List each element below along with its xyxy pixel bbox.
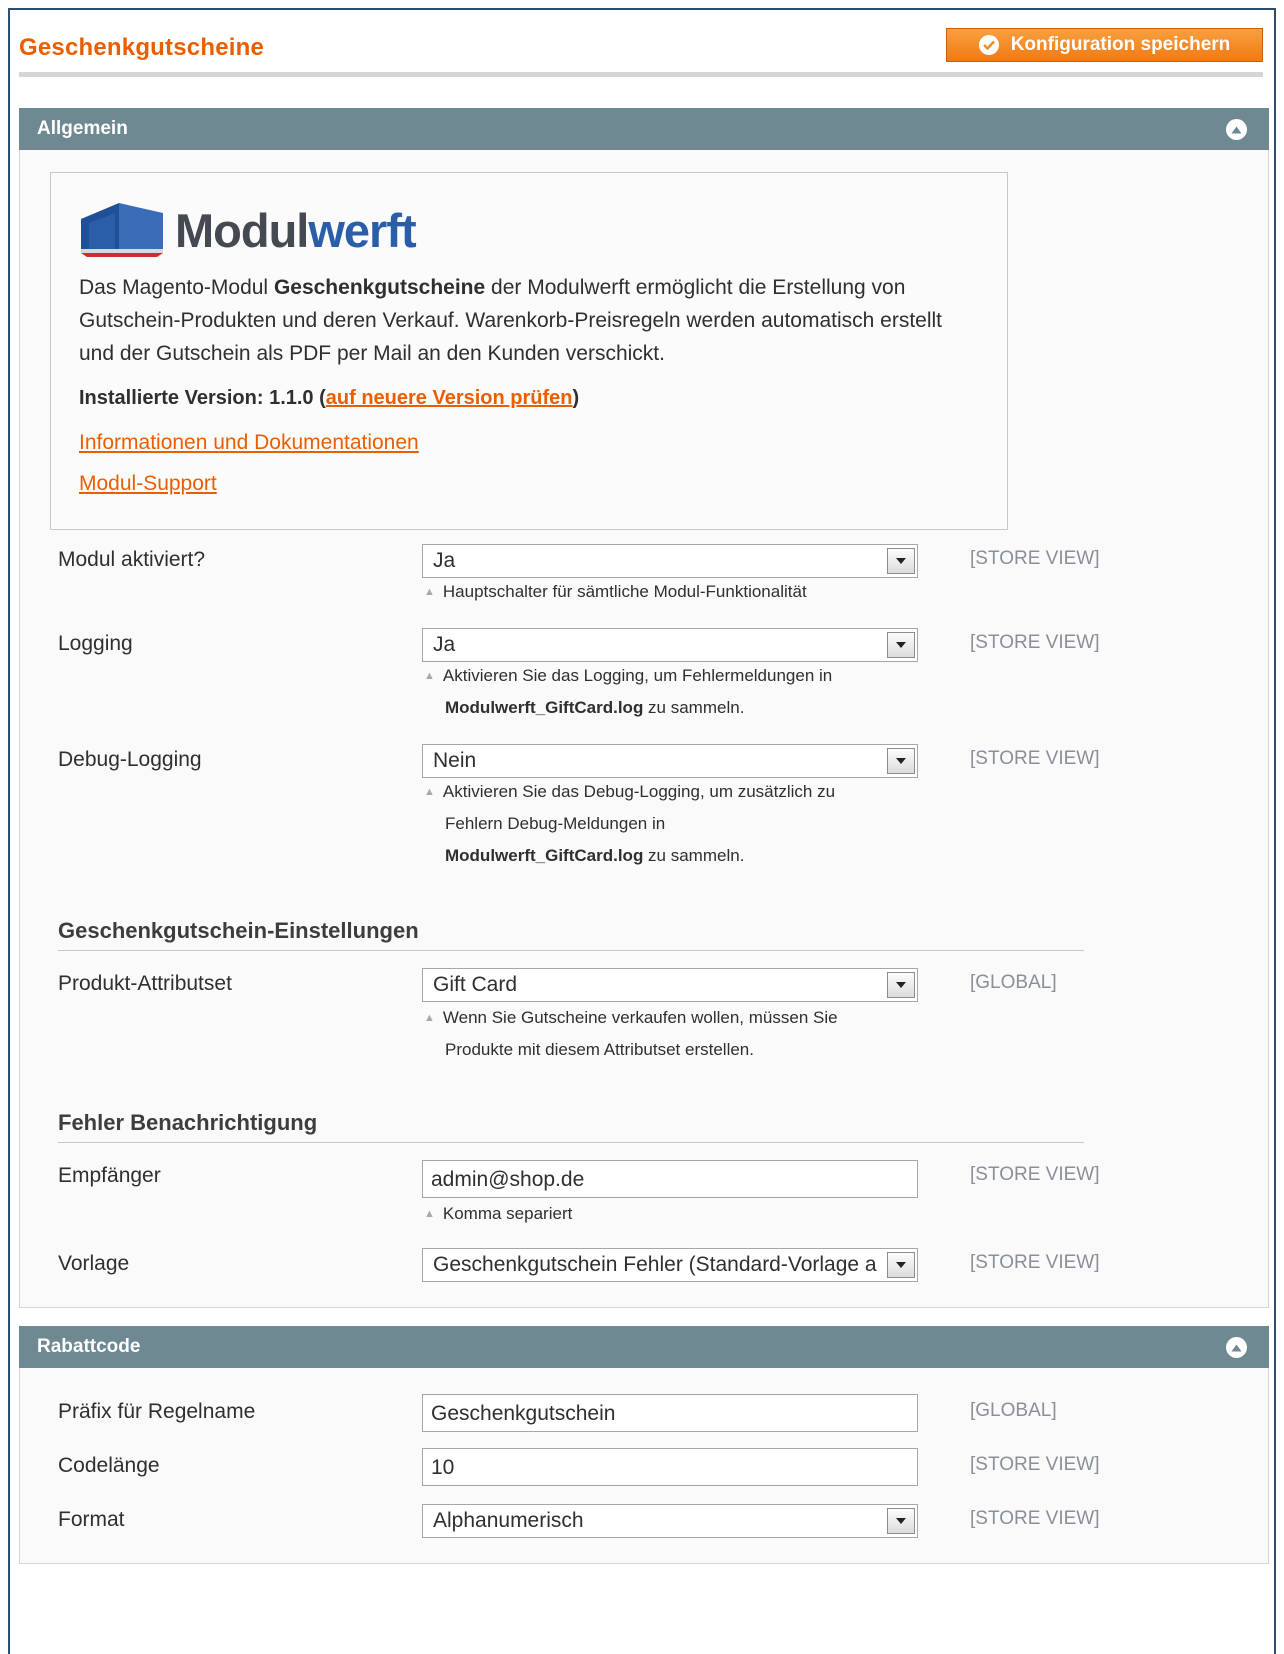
section-header-coupon[interactable]: Rabattcode (19, 1326, 1269, 1368)
chevron-down-icon[interactable] (887, 632, 915, 658)
code-length-input[interactable]: 10 (422, 1448, 918, 1486)
template-value: Geschenkgutschein Fehler (Standard-Vorla… (433, 1253, 877, 1276)
page-header: Geschenkgutscheine Konfiguration speiche… (19, 28, 1263, 84)
section-title-general: Allgemein (37, 118, 128, 139)
modulwerft-logo: Modulwerft (79, 199, 479, 259)
attribute-set-value: Gift Card (433, 973, 518, 996)
logging-note: ▲ Aktivieren Sie das Logging, um Fehlerme… (424, 666, 833, 717)
template-label: Vorlage (58, 1252, 130, 1275)
check-icon (978, 35, 999, 55)
format-value: Alphanumerisch (433, 1509, 584, 1532)
recipient-input[interactable]: admin@shop.de (422, 1160, 918, 1198)
chevron-down-icon[interactable] (887, 1252, 915, 1278)
debug-logging-note: ▲ Aktivieren Sie das Debug-Logging, um zu… (424, 782, 836, 865)
save-config-label: Konfiguration speichern (1010, 34, 1231, 55)
attribute-set-note: ▲ Wenn Sie Gutscheine verkaufen wollen, m… (424, 1008, 838, 1059)
debug-logging-select[interactable]: Nein (422, 744, 918, 778)
logo-wordmark: Modulwerft (175, 204, 417, 257)
save-config-button[interactable]: Konfiguration speichern (946, 28, 1263, 62)
hint-triangle-icon: ▲ (424, 786, 435, 798)
template-select[interactable]: Geschenkgutschein Fehler (Standard-Vorla… (422, 1248, 918, 1282)
scope-label: [STORE VIEW] (970, 1164, 1100, 1185)
page-title: Geschenkgutscheine (19, 34, 265, 61)
attribute-set-select[interactable]: Gift Card (422, 968, 918, 1002)
recipient-label: Empfänger (58, 1164, 161, 1187)
installed-version: Installierte Version: 1.1.0 (auf neuere … (79, 387, 580, 409)
module-info-box: Modulwerft Das Magento-Modul Geschenkgut… (50, 172, 1008, 530)
section-general: Modulwerft Das Magento-Modul Geschenkgut… (19, 150, 1269, 1308)
logging-value: Ja (433, 633, 456, 656)
section-coupon: Präfix für Regelname Geschenkgutschein [… (19, 1368, 1269, 1564)
header-divider (19, 72, 1263, 77)
scope-label: [STORE VIEW] (970, 548, 1100, 569)
giftcard-settings-heading: Geschenkgutschein-Einstellungen (58, 918, 1084, 951)
scope-label: [STORE VIEW] (970, 1508, 1100, 1529)
logging-select[interactable]: Ja (422, 628, 918, 662)
hint-triangle-icon: ▲ (424, 1012, 435, 1024)
section-header-general[interactable]: Allgemein (19, 108, 1269, 150)
scope-label: [STORE VIEW] (970, 632, 1100, 653)
error-notification-heading: Fehler Benachrichtigung (58, 1110, 1084, 1143)
scope-label: [STORE VIEW] (970, 1252, 1100, 1273)
module-description: Das Magento-Modul Geschenkgutscheine der… (79, 276, 942, 365)
check-version-link[interactable]: auf neuere Version prüfen (326, 387, 573, 409)
scope-label: [GLOBAL] (970, 1400, 1057, 1421)
scope-label: [GLOBAL] (970, 972, 1057, 993)
scope-label: [STORE VIEW] (970, 748, 1100, 769)
recipient-note: ▲ Komma separiert (424, 1204, 573, 1223)
debug-logging-label: Debug-Logging (58, 748, 202, 771)
module-active-value: Ja (433, 549, 456, 572)
attribute-set-label: Produkt-Attributset (58, 972, 232, 995)
module-active-select[interactable]: Ja (422, 544, 918, 578)
collapse-icon[interactable] (1226, 119, 1247, 140)
debug-logging-value: Nein (433, 749, 477, 772)
scope-label: [STORE VIEW] (970, 1454, 1100, 1475)
support-link[interactable]: Modul-Support (79, 472, 217, 496)
format-label: Format (58, 1508, 125, 1531)
chevron-down-icon[interactable] (887, 548, 915, 574)
hint-triangle-icon: ▲ (424, 1208, 435, 1220)
module-active-label: Modul aktiviert? (58, 548, 206, 571)
logging-label: Logging (58, 632, 133, 655)
chevron-down-icon[interactable] (887, 748, 915, 774)
hint-triangle-icon: ▲ (424, 670, 435, 682)
rule-prefix-input[interactable]: Geschenkgutschein (422, 1394, 918, 1432)
format-select[interactable]: Alphanumerisch (422, 1504, 918, 1538)
modulwerft-logo-icon (81, 203, 163, 257)
collapse-icon[interactable] (1226, 1337, 1247, 1358)
chevron-down-icon[interactable] (887, 972, 915, 998)
module-active-note: ▲ Hauptschalter für sämtliche Modul-Funkt… (424, 582, 807, 601)
docs-link[interactable]: Informationen und Dokumentationen (79, 431, 419, 455)
section-title-coupon: Rabattcode (37, 1336, 141, 1357)
code-length-label: Codelänge (58, 1454, 160, 1477)
chevron-down-icon[interactable] (887, 1508, 915, 1534)
rule-prefix-label: Präfix für Regelname (58, 1400, 256, 1423)
hint-triangle-icon: ▲ (424, 586, 435, 598)
